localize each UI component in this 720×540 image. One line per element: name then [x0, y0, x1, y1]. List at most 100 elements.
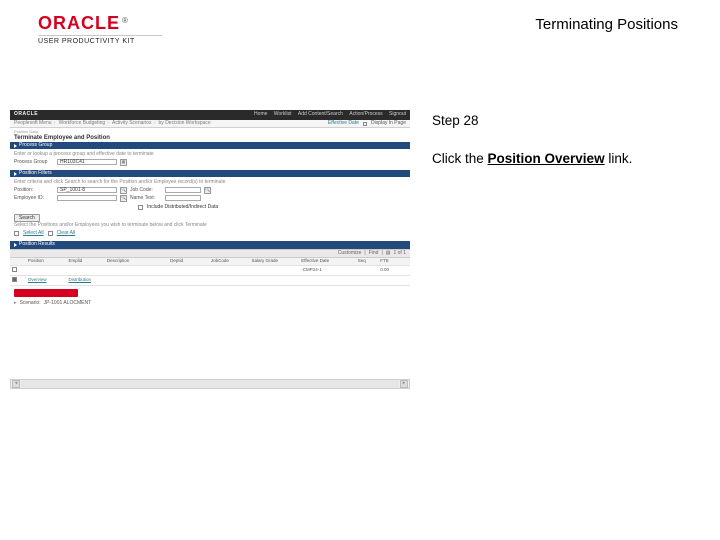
grid-export-icon[interactable]: ▤ — [386, 251, 391, 257]
scroll-track[interactable] — [21, 380, 399, 388]
app-screenshot: ORACLE Home Worklist Add Content/Search … — [10, 110, 410, 389]
cell-emplid — [66, 266, 104, 276]
doc-title: Terminating Positions — [535, 16, 678, 33]
grid-find-link[interactable]: Find — [369, 251, 379, 257]
crumb-3[interactable]: Activity Scenarios — [112, 120, 151, 126]
registered-mark: ® — [122, 16, 128, 25]
lookup-icon[interactable]: 🔍 — [120, 187, 127, 194]
instruction-prefix: Click the — [432, 151, 488, 166]
process-group-input[interactable]: HR103C41 — [57, 159, 117, 165]
select-all-link[interactable]: Select All — [23, 231, 44, 237]
section-position-filters: Enter criteria and click Search to searc… — [10, 177, 410, 241]
bulk-select-links: Select All Clear All — [14, 231, 406, 237]
row-select-checkbox[interactable] — [12, 267, 17, 272]
search-button[interactable]: Search — [14, 214, 40, 222]
cell-salarygrade — [250, 266, 300, 276]
col-deptid: Deptid — [168, 258, 209, 265]
col-emplid: Emplid — [66, 258, 104, 265]
position-distribution-link[interactable]: Distribution — [66, 276, 104, 286]
oracle-logo-tagline: USER PRODUCTIVITY KIT — [38, 35, 162, 45]
process-group-label: Process Group — [14, 160, 54, 166]
collapse-icon — [14, 172, 17, 176]
position-input[interactable]: SP_1001·8 — [57, 187, 117, 193]
breadcrumb-trail: Peoplesoft Menu› Workforce Budgeting› Ac… — [14, 121, 211, 127]
scenario-row: ▸ Scenario: JP-1001 ALOCMENT — [10, 300, 410, 309]
select-hint: Select the Positions and/or Employees yo… — [14, 223, 406, 229]
crumb-4[interactable]: by Decision Workspace — [159, 120, 211, 126]
section-position-results-title: Position Results — [19, 242, 55, 248]
cell-jobcode — [209, 266, 250, 276]
nav-home[interactable]: Home — [254, 111, 267, 117]
cell-seq — [356, 266, 379, 276]
instruction-link-text: Position Overview — [488, 151, 605, 166]
include-distributed-checkbox[interactable] — [138, 205, 143, 210]
section-process-group-title: Process Group — [19, 143, 52, 149]
screenshot-column: ORACLE Home Worklist Add Content/Search … — [10, 110, 412, 389]
section-position-results-header[interactable]: Position Results — [10, 241, 410, 249]
jobcode-input[interactable] — [165, 187, 201, 193]
table-row: Overview Distribution — [10, 276, 410, 286]
crumb-1[interactable]: Peoplesoft Menu — [14, 120, 52, 126]
include-distributed-wrapper: Include Distributed/Indirect Data — [138, 205, 218, 211]
lookup-icon[interactable]: 🔍 — [120, 195, 127, 202]
row-select-checkbox[interactable] — [12, 277, 17, 282]
nav-action-process[interactable]: Action/Process — [349, 111, 382, 117]
nametext-input[interactable] — [165, 195, 201, 201]
section-position-filters-header[interactable]: Position Filters — [10, 170, 410, 178]
clear-all-link[interactable]: Clear All — [57, 231, 76, 237]
employee-id-input[interactable] — [57, 195, 117, 201]
cell-deptid — [168, 266, 209, 276]
scenario-label: Scenario: — [20, 301, 41, 307]
col-select — [10, 258, 26, 265]
expand-icon[interactable]: ▸ — [14, 301, 17, 307]
nav-worklist[interactable]: Worklist — [274, 111, 292, 117]
breadcrumb: Peoplesoft Menu› Workforce Budgeting› Ac… — [10, 120, 410, 128]
scroll-right-arrow[interactable]: ▸ — [400, 380, 408, 388]
effective-date-link[interactable]: Effective Date — [328, 121, 359, 127]
display-in-page-checkbox[interactable] — [363, 122, 367, 126]
crumb-2[interactable]: Workforce Budgeting — [59, 120, 106, 126]
cell-fte: 0.00 — [378, 266, 410, 276]
horizontal-scrollbar[interactable]: ◂ ▸ — [10, 379, 410, 389]
col-position: Position — [26, 258, 67, 265]
collapse-icon — [14, 144, 17, 148]
instruction-suffix: link. — [605, 151, 633, 166]
nav-signout[interactable]: Signout — [389, 111, 406, 117]
oracle-logo: ORACLE® USER PRODUCTIVITY KIT — [38, 14, 162, 45]
section-process-group-header[interactable]: Process Group — [10, 142, 410, 150]
section-position-filters-title: Position Filters — [19, 171, 52, 177]
include-distributed-label: Include Distributed/Indirect Data — [147, 205, 218, 211]
results-table: Position Emplid Description Deptid JobCo… — [10, 258, 410, 286]
app-topnav: Home Worklist Add Content/Search Action/… — [249, 112, 406, 118]
nav-add-content[interactable]: Add Content/Search — [298, 111, 343, 117]
position-label: Position: — [14, 188, 54, 194]
col-effective-date: Effective Date — [299, 258, 355, 265]
page-title-block: Position Data Terminate Employee and Pos… — [10, 128, 410, 142]
app-brand: ORACLE — [14, 112, 38, 118]
col-fte: FTE — [378, 258, 410, 265]
scroll-left-arrow[interactable]: ◂ — [12, 380, 20, 388]
jobcode-label: Job Code: — [130, 188, 162, 194]
scenario-value: JP-1001 ALOCMENT — [44, 301, 92, 307]
lookup-icon[interactable]: 🔍 — [204, 187, 211, 194]
grid-customize-link[interactable]: Customize — [338, 251, 362, 257]
page-prefs: Effective Date Display In Page — [328, 121, 406, 127]
table-header-row: Position Emplid Description Deptid JobCo… — [10, 258, 410, 265]
clear-all-checkbox[interactable] — [48, 231, 53, 236]
save-row — [10, 286, 410, 300]
select-all-checkbox[interactable] — [14, 231, 19, 236]
save-terminations-button[interactable] — [14, 289, 78, 297]
nametext-label: Name Text: — [130, 196, 162, 202]
process-group-note: Enter or lookup a process group and effe… — [14, 152, 406, 158]
cell-description — [105, 266, 168, 276]
filters-note: Enter criteria and click Search to searc… — [14, 180, 406, 186]
table-row: -CMP24-1 0.00 — [10, 266, 410, 276]
grid-pager: 1 of 1 — [393, 251, 406, 257]
cell-position — [26, 266, 67, 276]
page-header: ORACLE® USER PRODUCTIVITY KIT Terminatin… — [38, 14, 678, 54]
position-overview-link[interactable]: Overview — [26, 276, 67, 286]
page-title: Terminate Employee and Position — [14, 135, 406, 142]
step-label: Step 28 — [432, 112, 696, 130]
calendar-icon[interactable]: ▦ — [120, 159, 127, 166]
cell-effdate: -CMP24-1 — [299, 266, 355, 276]
